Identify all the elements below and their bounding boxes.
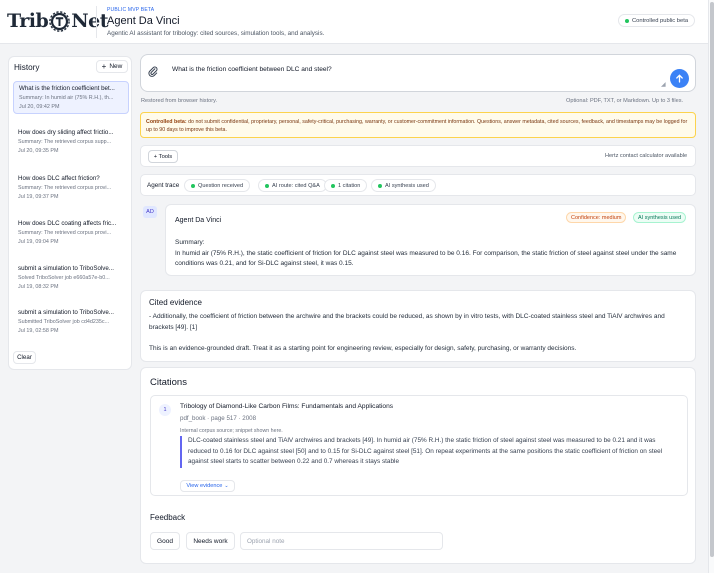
status-badge: Controlled public beta [618,14,696,27]
history-sidebar: History + New What is the friction coeff… [8,56,132,370]
send-button[interactable] [670,69,689,88]
citation-title: Tribology of Diamond-Like Carbon Films: … [180,403,394,410]
view-evidence-button[interactable]: View evidence ⌄ [180,480,235,492]
hertz-availability: Hertz contact calculator available [605,153,688,159]
trace-chip-label: 1 citation [338,182,361,189]
beta-warning: Controlled beta: do not submit confident… [140,112,696,138]
message-body: Summary: In humid air (75% R.H.), the st… [175,238,687,270]
check-dot-icon [265,183,269,188]
check-dot-icon [331,183,335,188]
history-item-time: Jul 20, 09:42 PM [19,104,60,110]
history-item-summary: Summary: The retrieved corpus provi... [18,185,112,191]
avatar: AD [143,206,157,218]
feedback-note-input[interactable] [240,532,443,550]
history-item-time: Jul 19, 09:04 PM [18,239,59,245]
evidence-title: Cited evidence [149,298,202,307]
question-input[interactable]: What is the friction coefficient between… [172,66,332,73]
history-item-summary: Summary: In humid air (75% R.H.), th... [19,95,114,101]
status-text: Controlled public beta [632,17,689,24]
citation-quote: DLC-coated stainless steel and TiAlV arc… [180,436,678,468]
cited-evidence-panel: Cited evidence - Additionally, the coeff… [140,290,696,362]
history-item-title: What is the friction coefficient bet... [19,85,115,92]
page-subtitle: Agentic AI assistant for tribology: cite… [107,30,325,37]
history-item[interactable]: How does DLC coating affects fric... Sum… [13,217,129,248]
scrollbar-thumb[interactable] [710,2,714,557]
chevron-down-icon: ⌄ [224,483,229,489]
upload-hint: Optional: PDF, TXT, or Markdown. Up to 3… [566,98,684,104]
beta-tag: PUBLIC MVP BETA [107,7,155,13]
check-dot-icon [191,183,195,188]
question-composer[interactable]: What is the friction coefficient between… [140,54,696,92]
history-item-summary: Summary: The retrieved corpus provi... [18,230,112,236]
resize-handle-icon[interactable]: ◢ [661,81,666,88]
history-item-title: submit a simulation to TriboSolve... [18,265,114,272]
history-item-summary: Solved TriboSolver job e660a57e-b0... [18,275,110,281]
history-item-time: Jul 20, 09:35 PM [18,148,59,154]
history-item[interactable]: How does dry sliding affect frictio... S… [13,126,129,157]
citations-title: Citations [150,377,187,388]
page-scrollbar[interactable] [708,0,714,573]
trace-chip: AI synthesis used [371,179,436,192]
citations-panel: Citations 1 Tribology of Diamond-Like Ca… [140,367,696,564]
view-evidence-label: View evidence [186,483,223,489]
good-feedback-button[interactable]: Good [150,532,180,550]
page-title: Agent Da Vinci [107,15,180,27]
needs-work-button[interactable]: Needs work [186,532,235,550]
trace-chip-label: Question received [198,182,244,189]
message-author: Agent Da Vinci [175,217,222,224]
feedback-title: Feedback [150,513,186,522]
trace-chip-label: AI synthesis used [385,182,429,189]
tools-bar: + Tools Hertz contact calculator availab… [140,145,696,167]
tribonet-logo[interactable]: Trib Net [7,10,109,32]
citation-card: 1 Tribology of Diamond-Like Carbon Films… [150,395,688,496]
arrow-up-icon [676,74,683,83]
history-item-summary: Summary: The retrieved corpus supp... [18,139,112,145]
warning-label: Controlled beta: [146,119,187,125]
tools-button[interactable]: + Tools [148,150,178,163]
agent-trace: Agent trace Question received AI route: … [140,174,696,196]
header-divider [96,6,97,38]
history-item-title: How does DLC coating affects fric... [18,220,117,227]
history-item-summary: Submitted TriboSolver job cd4d235c... [18,319,110,325]
restored-note: Restored from browser history. [141,98,218,104]
trace-chip: Question received [184,179,251,192]
history-item-title: How does dry sliding affect frictio... [18,129,114,136]
history-item-time: Jul 19, 02:58 PM [18,328,59,334]
confidence-badge: Confidence: medium [566,212,627,223]
assistant-message: Agent Da Vinci Confidence: medium AI syn… [165,204,696,276]
logo-text-right: Net [71,10,109,32]
status-dot-icon [625,18,629,23]
warning-text: do not submit confidential, proprietary,… [146,119,688,134]
history-item[interactable]: submit a simulation to TriboSolve... Sol… [13,262,129,293]
trace-chip-label: AI route: cited Q&A [272,182,320,189]
plus-icon: + [101,62,107,71]
logo-text-left: Trib [7,10,49,32]
history-item-time: Jul 19, 08:32 PM [18,284,59,290]
synthesis-badge: AI synthesis used [633,212,687,223]
citation-meta: pdf_book · page 517 · 2008 [180,415,257,422]
gear-logo-icon [49,10,71,32]
trace-label: Agent trace [147,182,180,189]
paperclip-icon[interactable] [147,65,159,77]
app-header: Trib Net PUBLIC MVP BETA Agent Da Vinci … [0,0,714,44]
new-chat-label: New [109,63,123,70]
evidence-note: This is an evidence-grounded draft. Trea… [149,345,577,352]
summary-text: In humid air (75% R.H.), the static coef… [175,249,677,268]
history-item[interactable]: What is the friction coefficient bet... … [13,81,129,114]
evidence-text: - Additionally, the coefficient of frict… [149,313,665,331]
citation-source-note: Internal corpus source; snippet shown he… [180,428,283,434]
history-item[interactable]: How does DLC affect friction? Summary: T… [13,172,129,203]
citation-number: 1 [159,404,171,416]
summary-label: Summary: [175,239,205,246]
history-title: History [14,63,40,72]
history-item[interactable]: submit a simulation to TriboSolve... Sub… [13,306,129,337]
history-item-time: Jul 19, 09:37 PM [18,194,59,200]
clear-history-button[interactable]: Clear [13,351,36,364]
trace-chip: 1 citation [324,179,368,192]
new-chat-button[interactable]: + New [96,60,128,73]
history-item-title: submit a simulation to TriboSolve... [18,309,114,316]
check-dot-icon [378,183,382,188]
history-item-title: How does DLC affect friction? [18,175,100,182]
trace-chip: AI route: cited Q&A [258,179,327,192]
